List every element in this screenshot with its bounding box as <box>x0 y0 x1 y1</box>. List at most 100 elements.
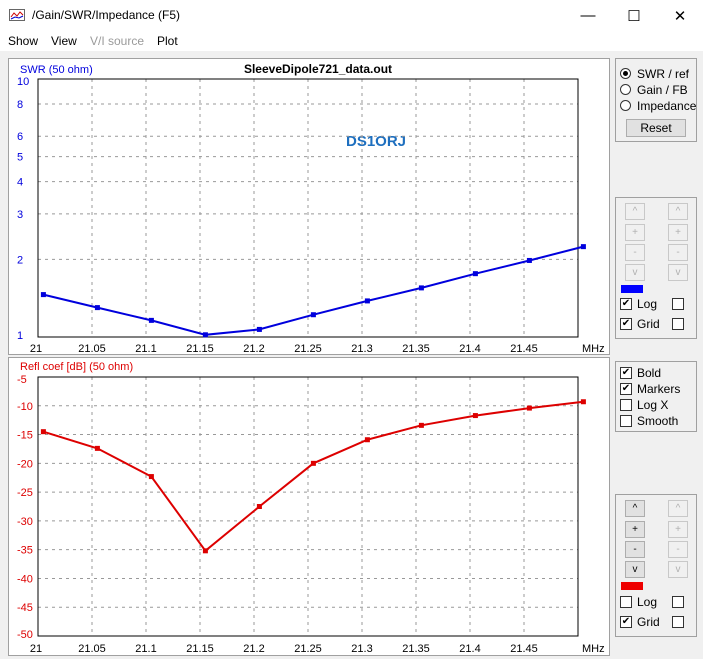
minimize-icon: — <box>580 7 596 24</box>
data-point <box>148 317 154 323</box>
radio-gain-fb[interactable]: Gain / FB <box>620 82 688 97</box>
refl-scale2-up-button[interactable]: ^ <box>668 500 688 517</box>
minimize-button[interactable]: — <box>565 0 611 31</box>
refl-scale2-down-button[interactable]: v <box>668 561 688 578</box>
menu-plot[interactable]: Plot <box>157 34 178 48</box>
logx-checkbox[interactable]: Log X <box>620 397 668 412</box>
y-tick-label: 8 <box>17 99 23 111</box>
swr-log2-checkbox[interactable] <box>672 296 689 311</box>
x-tick-label: 21.35 <box>402 343 430 354</box>
swr-log-checkbox[interactable]: ✔ Log <box>620 296 657 311</box>
data-point <box>472 271 478 277</box>
x-tick-label: 21.3 <box>351 643 372 655</box>
x-tick-label: 21.15 <box>186 343 214 354</box>
refl-log2-checkbox[interactable] <box>672 594 689 609</box>
x-tick-label: 21.05 <box>78 643 106 655</box>
swr-axes: 21 21.05 21.1 21.15 21.2 21.25 21.3 21.35 21.4 21… <box>17 76 579 355</box>
menu-show[interactable]: Show <box>8 34 38 48</box>
y-tick-label: -50 <box>17 629 33 641</box>
radio-impedance[interactable]: Impedance <box>620 98 696 113</box>
refl-axes: 21 21.05 21.1 21.15 21.2 21.25 21.3 21.35 21.4 21… <box>17 374 579 655</box>
check-icon: ✔ <box>620 366 632 379</box>
smooth-checkbox[interactable]: Smooth <box>620 413 678 428</box>
data-point <box>94 445 100 451</box>
radio-swr-ref-label: SWR / ref <box>637 66 690 81</box>
swr-scale-up-button[interactable]: ^ <box>625 203 645 220</box>
swr-scale-plus-button[interactable]: + <box>625 224 645 241</box>
radio-gain-fb-label: Gain / FB <box>637 82 688 97</box>
refl-scale-up-button[interactable]: ^ <box>625 500 645 517</box>
swr-scale2-down-button[interactable]: v <box>668 264 688 281</box>
refl-scale-plus-button[interactable]: + <box>625 521 645 538</box>
radio-swr-ref[interactable]: SWR / ref <box>620 66 689 81</box>
y-tick-label: -10 <box>17 401 33 413</box>
y-tick-label: 3 <box>17 209 23 221</box>
refl-scale-minus-button[interactable]: - <box>625 541 645 558</box>
y-tick-label: -5 <box>17 374 27 386</box>
y-tick-label: 4 <box>17 177 23 189</box>
reset-button[interactable]: Reset <box>626 119 686 137</box>
checkbox-icon <box>672 317 684 330</box>
refl-scale2-minus-button[interactable]: - <box>668 541 688 558</box>
check-icon: ✔ <box>620 297 632 310</box>
y-tick-label: 10 <box>17 76 29 88</box>
swr-chart: SWR (50 ohm) SleeveDipole721_data.out DS… <box>17 62 605 355</box>
series-line <box>43 400 584 553</box>
swr-color-swatch[interactable] <box>621 285 643 293</box>
y-tick-label: 1 <box>17 330 23 342</box>
refl-grid <box>38 377 578 636</box>
checkbox-icon <box>672 615 684 628</box>
check-icon: ✔ <box>620 615 632 628</box>
check-icon: ✔ <box>620 382 632 395</box>
data-point <box>580 399 586 405</box>
maximize-icon: ☐ <box>627 7 641 25</box>
refl-scale-group: ^ ^ + + - - v v Log ✔ Grid <box>615 494 697 637</box>
swr-scale2-up-button[interactable]: ^ <box>668 203 688 220</box>
menu-vi-source[interactable]: V/I source <box>90 34 144 48</box>
plot-annotation: DS1ORJ <box>346 133 406 150</box>
swr-plot-panel: SWR (50 ohm) SleeveDipole721_data.out DS… <box>8 58 610 355</box>
data-point <box>364 298 370 304</box>
markers-label: Markers <box>637 381 681 396</box>
swr-scale2-plus-button[interactable]: + <box>668 224 688 241</box>
data-point <box>310 460 316 466</box>
refl-x-unit: MHz <box>582 643 605 655</box>
refl-log-checkbox[interactable]: Log <box>620 594 657 609</box>
y-tick-label: -35 <box>17 545 33 557</box>
swr-scale-down-button[interactable]: v <box>625 264 645 281</box>
x-tick-label: 21.2 <box>243 643 264 655</box>
refl-series <box>40 399 586 554</box>
y-tick-label: 6 <box>17 131 23 143</box>
x-tick-label: 21.15 <box>186 643 214 655</box>
close-button[interactable]: ✕ <box>657 0 703 31</box>
refl-color-swatch[interactable] <box>621 582 643 590</box>
swr-grid2-checkbox[interactable] <box>672 316 689 331</box>
bold-checkbox[interactable]: ✔ Bold <box>620 365 661 380</box>
refl-grid2-checkbox[interactable] <box>672 614 689 629</box>
swr-scale-minus-button[interactable]: - <box>625 244 645 261</box>
refl-scale2-plus-button[interactable]: + <box>668 521 688 538</box>
refl-scale-down-button[interactable]: v <box>625 561 645 578</box>
swr-grid-checkbox[interactable]: ✔ Grid <box>620 316 660 331</box>
swr-grid <box>38 79 578 337</box>
x-tick-label: 21 <box>30 643 42 655</box>
data-point <box>148 474 154 480</box>
data-point <box>40 429 46 435</box>
swr-x-unit: MHz <box>582 343 605 354</box>
swr-axis-label: SWR (50 ohm) <box>20 64 93 76</box>
refl-grid-checkbox[interactable]: ✔ Grid <box>620 614 660 629</box>
x-tick-label: 21 <box>30 343 42 354</box>
x-tick-label: 21.4 <box>459 643 480 655</box>
title-bar: /Gain/SWR/Impedance (F5) — ☐ ✕ <box>0 0 703 31</box>
data-point <box>202 548 208 554</box>
data-point <box>256 326 262 332</box>
markers-checkbox[interactable]: ✔ Markers <box>620 381 680 396</box>
data-point <box>202 332 208 338</box>
refl-grid-label: Grid <box>637 614 660 629</box>
menu-view[interactable]: View <box>51 34 77 48</box>
y-tick-label: 5 <box>17 152 23 164</box>
data-point <box>94 305 100 311</box>
maximize-button[interactable]: ☐ <box>611 0 657 31</box>
y-tick-label: 2 <box>17 254 23 266</box>
swr-scale2-minus-button[interactable]: - <box>668 244 688 261</box>
